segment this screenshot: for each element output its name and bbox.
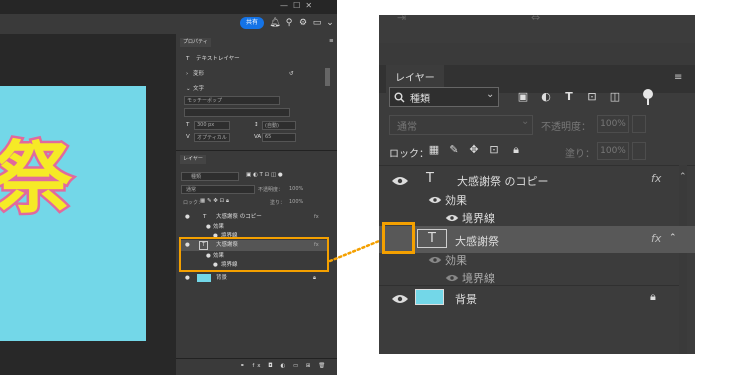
ghost-icon: ⇥ [397, 15, 407, 24]
panel-divider [176, 358, 337, 359]
eye-icon[interactable]: ● [185, 214, 190, 221]
tab-properties[interactable]: プロパティ [180, 38, 211, 47]
zoomed-layers-panel: ⇥ ⇔ レイヤー ≡ [379, 15, 695, 354]
layer-name[interactable]: 背景 [216, 275, 227, 282]
font-size-value: 300 px [197, 122, 215, 128]
lock-icons[interactable]: ▦ ✎ ✥ ⊡ 🔒︎ [200, 198, 229, 205]
zoomed-top-strip: ⇥ ⇔ [379, 15, 695, 43]
window-controls[interactable]: — ☐ ✕ [280, 1, 337, 11]
share-button[interactable]: 共有 [240, 17, 264, 29]
layer-footer-icons[interactable]: ⚭ fx ◘ ◐ ▭ ⊞ 🗑 [240, 363, 328, 370]
blend-mode-value: 通常 [186, 187, 197, 193]
opacity-value[interactable]: 100% [289, 186, 303, 192]
gear-icon[interactable]: ⚙ [297, 17, 309, 29]
panel-menu-icon[interactable]: ≡ [674, 73, 686, 83]
layer-kind-label: テキストレイヤー [196, 56, 240, 62]
kerning-mode-value: オプティカル [197, 135, 227, 141]
effects-label: 効果 [213, 224, 225, 230]
tab-layers[interactable]: レイヤー [386, 65, 444, 93]
kerning-icon: V [186, 134, 190, 140]
layer-name[interactable]: 大感謝祭 のコピー [216, 214, 262, 221]
lock-icon: 🔒︎ [313, 275, 316, 281]
fill-value[interactable]: 100% [289, 199, 303, 205]
chevron-right-icon[interactable]: › [186, 71, 188, 78]
chevron-down-icon[interactable]: ⌄ [186, 86, 191, 93]
effects-eye-icon[interactable]: ● [206, 224, 211, 231]
fill-label: 塗り： [270, 200, 286, 206]
fx-icon[interactable]: fx [314, 214, 319, 220]
dotted-connector [328, 237, 386, 263]
panel-gap [379, 43, 695, 65]
eye-icon[interactable]: ● [185, 275, 190, 282]
transform-section[interactable]: 変形 [193, 71, 204, 78]
workspace-icon[interactable]: ▭ [311, 17, 323, 29]
text-section[interactable]: 文字 [193, 86, 204, 93]
tab-layers[interactable]: レイヤー [180, 155, 206, 164]
text-layer-icon: T [186, 56, 190, 62]
opacity-label: 不透明度： [258, 187, 284, 193]
layer-thumbnail [197, 274, 211, 282]
photoshop-screenshot: — ☐ ✕ 共有 🔔︎ ⚲ ⚙ ▭ ⌄ 祭 プロパティ ≡ T テキストレイヤー… [0, 0, 337, 375]
font-size-icon: T [186, 122, 190, 128]
highlight-frame [179, 237, 329, 272]
scrollbar-thumb[interactable] [325, 68, 330, 86]
chevron-down-icon[interactable]: ⌄ [324, 17, 336, 29]
panel-menu-icon[interactable]: ≡ [329, 38, 334, 45]
leading-value: (自動) [265, 123, 279, 129]
canvas-text-layer[interactable]: 祭 [0, 138, 75, 221]
text-layer-icon: T [203, 214, 207, 220]
leading-icon: ↕ [254, 122, 259, 128]
filter-select[interactable] [181, 172, 239, 181]
panel-body [379, 93, 695, 354]
bell-icon[interactable]: 🔔︎ [269, 17, 281, 29]
tracking-icon: VA [254, 134, 262, 140]
ghost-icon: ⇔ [531, 15, 541, 24]
search-icon[interactable]: ⚲ [283, 17, 295, 29]
layer-filter-icons[interactable]: ▣ ◐ T ⊡ ◫ ● [246, 172, 283, 179]
tracking-value: 65 [265, 134, 272, 140]
filter-kind-value: 種類 [191, 174, 202, 180]
font-style-select[interactable] [184, 108, 290, 117]
font-family-value: モッチーポップ [187, 98, 223, 104]
panel-divider [176, 150, 337, 151]
reset-icon[interactable]: ↺ [289, 71, 294, 78]
